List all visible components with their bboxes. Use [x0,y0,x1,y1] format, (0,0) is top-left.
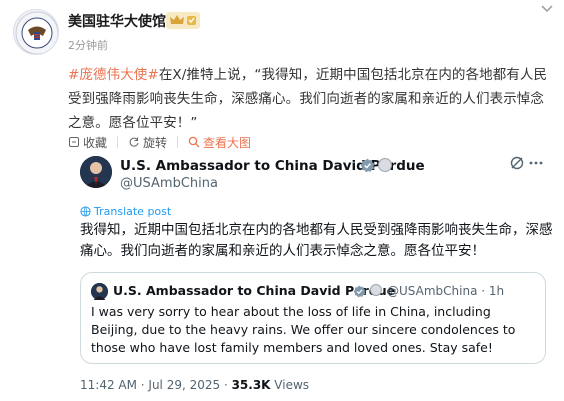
magnify-icon [188,136,200,148]
verified-icon [353,283,366,302]
view-large-label: 查看大图 [203,135,252,150]
translate-label: Translate post [94,205,172,218]
post-text: #庞德伟大使#在X/推特上说，“我得知，近期中国包括北京在内的各地都有人民受到强… [68,63,556,135]
translate-post-link: Translate post [80,205,171,218]
collect-label: 收藏 [83,135,108,150]
grok-icon [509,155,525,175]
post-time: 2分钟前 [68,39,108,52]
account-name[interactable]: 美国驻华大使馆 [68,11,166,31]
tweet-meta: 11:42 AM · Jul 29, 2025 · 35.3K Views [80,378,309,392]
views-label: Views [270,378,310,392]
tweet-author-avatar [80,156,112,188]
affiliation-seal-icon [378,158,392,172]
tweet-more-icon [528,155,544,175]
quoted-author-handle: @USAmbChina · 1h [387,284,505,298]
view-count: 35.3K [231,378,271,392]
quoted-author-avatar [91,283,108,300]
view-large-image-button[interactable]: 查看大图 [188,134,251,151]
embassy-seal-icon [15,11,58,54]
rotate-button[interactable]: 旋转 [128,134,167,151]
more-options-icon[interactable] [537,2,557,17]
tweet-timestamp: 11:42 AM · Jul 29, 2025 · [80,378,232,392]
collect-icon [69,137,79,147]
topic-tag[interactable]: #庞德伟大使# [68,67,159,83]
tweet-author-handle: @USAmbChina [120,176,218,191]
vip-badge [166,12,200,29]
divider [117,136,119,148]
rotate-label: 旋转 [143,135,168,150]
affiliation-seal-icon [370,284,382,296]
quoted-tweet-text: I was very sorry to hear about the loss … [91,304,516,355]
verified-icon [360,158,375,177]
globe-icon [80,206,91,217]
collect-button[interactable]: 收藏 [68,134,107,151]
rotate-icon [129,137,139,147]
divider [177,136,179,148]
account-avatar[interactable] [13,9,59,55]
tweet-text: 我得知，近期中国包括北京在内的各地都有人民受到强降雨影响丧失生命，深感痛心。我们… [80,222,553,259]
